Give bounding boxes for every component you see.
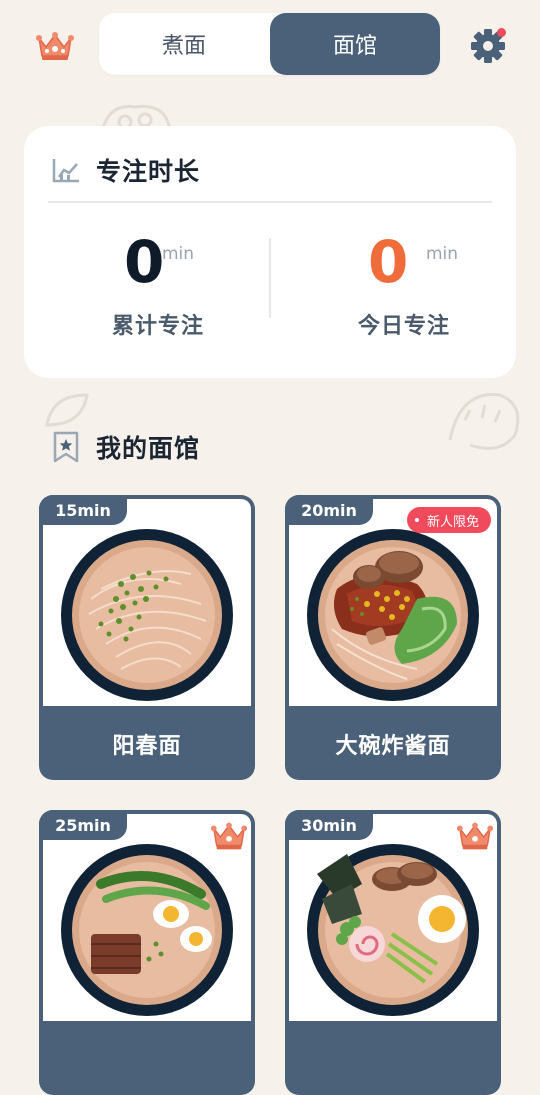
mode-tabs: 煮面 面馆 xyxy=(99,13,440,75)
focus-card-header: 专注时长 xyxy=(52,150,200,190)
noodle-card-yangchun[interactable]: 15min 阳春面 xyxy=(39,495,255,780)
duration-tag: 20min xyxy=(285,495,373,525)
bookmark-star-icon xyxy=(53,431,79,463)
today-focus-label: 今日专注 xyxy=(358,314,451,339)
beef-noodle-bowl-image xyxy=(61,844,233,1016)
today-focus-unit: min xyxy=(426,244,459,264)
premium-crown-icon xyxy=(455,818,495,854)
noodle-card-zhajiang[interactable]: 20min 新人限免 大碗炸酱面 xyxy=(285,495,501,780)
noodle-card-premium-25[interactable]: 25min xyxy=(39,810,255,1095)
total-focus-label: 累计专注 xyxy=(112,314,205,339)
crown-icon xyxy=(36,32,74,60)
noodle-name: 阳春面 xyxy=(112,734,182,759)
tab-cook[interactable]: 煮面 xyxy=(99,13,269,75)
free-for-newcomers-badge: 新人限免 xyxy=(406,507,491,533)
yangchun-noodle-bowl-image xyxy=(61,529,233,701)
today-focus-value: 0 xyxy=(368,228,409,296)
notification-dot xyxy=(497,28,506,37)
total-focus-value: 0 xyxy=(124,228,165,296)
ramen-bowl-image xyxy=(307,844,479,1016)
tab-shop[interactable]: 面馆 xyxy=(270,13,440,75)
stat-separator xyxy=(269,238,271,318)
background-leaf-doodle xyxy=(45,393,89,427)
premium-crown-icon xyxy=(209,818,249,854)
section-title: 我的面馆 xyxy=(96,434,201,463)
settings-button[interactable] xyxy=(468,26,508,66)
background-shrimp-doodle xyxy=(448,393,520,450)
divider xyxy=(48,201,492,203)
duration-tag: 15min xyxy=(39,495,127,525)
noodle-card-premium-30[interactable]: 30min xyxy=(285,810,501,1095)
crown-button[interactable] xyxy=(34,28,76,64)
duration-tag: 25min xyxy=(39,810,127,840)
duration-tag: 30min xyxy=(285,810,373,840)
chart-icon xyxy=(52,159,79,183)
total-focus-stat: 0 min 累计专注 xyxy=(70,226,270,346)
noodle-name: 大碗炸酱面 xyxy=(335,734,451,759)
noodle-image-area xyxy=(43,499,251,706)
total-focus-unit: min xyxy=(162,244,195,264)
header: 煮面 面馆 xyxy=(0,0,540,92)
today-focus-stat: 0 min 今日专注 xyxy=(292,226,492,346)
focus-card-title: 专注时长 xyxy=(96,157,201,186)
my-shop-section-header: 我的面馆 xyxy=(52,426,200,468)
zhajiang-noodle-bowl-image xyxy=(307,529,479,701)
